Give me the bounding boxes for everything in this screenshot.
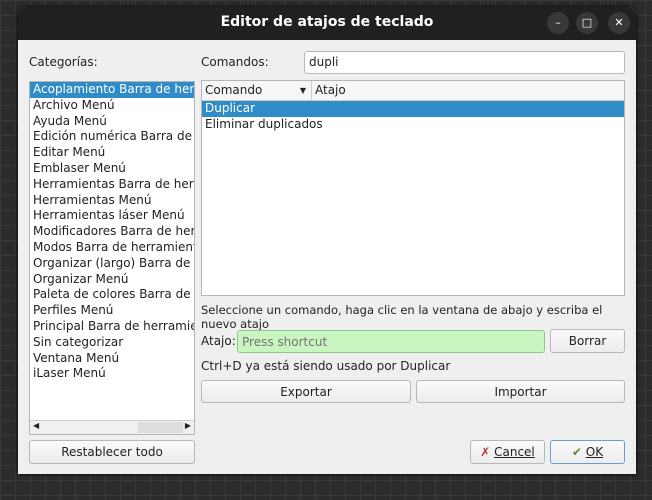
- category-item[interactable]: Archivo Menú: [30, 98, 194, 114]
- shortcut-status: Ctrl+D ya está siendo usado por Duplicar: [201, 359, 451, 373]
- reset-all-button[interactable]: Restablecer todo: [29, 440, 195, 464]
- minimize-icon[interactable]: –: [547, 12, 569, 34]
- column-header-command[interactable]: Comando ▼: [202, 81, 312, 100]
- command-name: Eliminar duplicados: [205, 116, 323, 131]
- category-item[interactable]: Modos Barra de herramientas: [30, 240, 194, 256]
- column-header-label: Comando: [205, 83, 263, 97]
- window-title: Editor de atajos de teclado: [220, 14, 434, 30]
- category-item[interactable]: Emblaser Menú: [30, 161, 194, 177]
- categories-list[interactable]: Acoplamiento Barra de herramientasArchiv…: [29, 81, 195, 435]
- import-button[interactable]: Importar: [416, 380, 625, 403]
- category-item[interactable]: Herramientas Barra de herramientas: [30, 177, 194, 193]
- table-row[interactable]: Eliminar duplicados: [202, 117, 624, 133]
- category-item[interactable]: Editar Menú: [30, 145, 194, 161]
- category-item[interactable]: Acoplamiento Barra de herramientas: [30, 82, 194, 98]
- shortcut-input[interactable]: [237, 330, 545, 353]
- category-item[interactable]: Edición numérica Barra de herramientas: [30, 129, 194, 145]
- ok-check-icon: ✔: [571, 445, 582, 459]
- column-header-shortcut[interactable]: Atajo: [312, 81, 346, 100]
- close-icon[interactable]: ✕: [608, 12, 630, 34]
- category-item[interactable]: Principal Barra de herramientas: [30, 319, 194, 335]
- commands-filter-input[interactable]: dupli: [304, 51, 625, 74]
- commands-table: Comando ▼ Atajo Duplicar Eliminar duplica…: [201, 80, 625, 296]
- shortcut-editor-dialog: Editor de atajos de teclado – □ ✕ Catego…: [18, 7, 636, 474]
- title-bar: Editor de atajos de teclado – □ ✕: [18, 7, 636, 40]
- table-row[interactable]: Duplicar: [202, 101, 624, 117]
- category-item[interactable]: Paleta de colores Barra de herramientas: [30, 287, 194, 303]
- ok-button[interactable]: ✔ OK: [550, 440, 625, 464]
- sort-desc-icon: ▼: [299, 86, 306, 95]
- scroll-right-icon[interactable]: ▶: [185, 421, 191, 430]
- category-item[interactable]: Herramientas láser Menú: [30, 208, 194, 224]
- cancel-icon: ✗: [480, 445, 491, 459]
- clear-button[interactable]: Borrar: [550, 329, 625, 353]
- horizontal-scrollbar[interactable]: ◀ ▶: [30, 420, 194, 434]
- ok-label: OK: [585, 445, 604, 459]
- export-button[interactable]: Exportar: [201, 380, 411, 403]
- categories-label: Categorías:: [29, 55, 98, 69]
- category-item[interactable]: Organizar Menú: [30, 272, 194, 288]
- category-item[interactable]: Ayuda Menú: [30, 114, 194, 130]
- cancel-label: Cancel: [494, 445, 535, 459]
- category-item[interactable]: iLaser Menú: [30, 366, 194, 382]
- command-name: Duplicar: [205, 101, 256, 115]
- category-item[interactable]: Perfiles Menú: [30, 303, 194, 319]
- scroll-left-icon[interactable]: ◀: [33, 421, 39, 430]
- hint-text: Seleccione un comando, haga clic en la v…: [201, 303, 603, 331]
- maximize-icon[interactable]: □: [576, 12, 598, 34]
- commands-label: Comandos:: [201, 55, 269, 69]
- category-item[interactable]: Herramientas Menú: [30, 193, 194, 209]
- category-item[interactable]: Organizar (largo) Barra de herramientas: [30, 256, 194, 272]
- shortcut-label: Atajo:: [201, 334, 236, 348]
- scroll-thumb[interactable]: [138, 422, 183, 433]
- cancel-button[interactable]: ✗ Cancel: [470, 440, 545, 464]
- category-item[interactable]: Modificadores Barra de herramientas: [30, 224, 194, 240]
- category-item[interactable]: Sin categorizar: [30, 335, 194, 351]
- category-item[interactable]: Ventana Menú: [30, 351, 194, 367]
